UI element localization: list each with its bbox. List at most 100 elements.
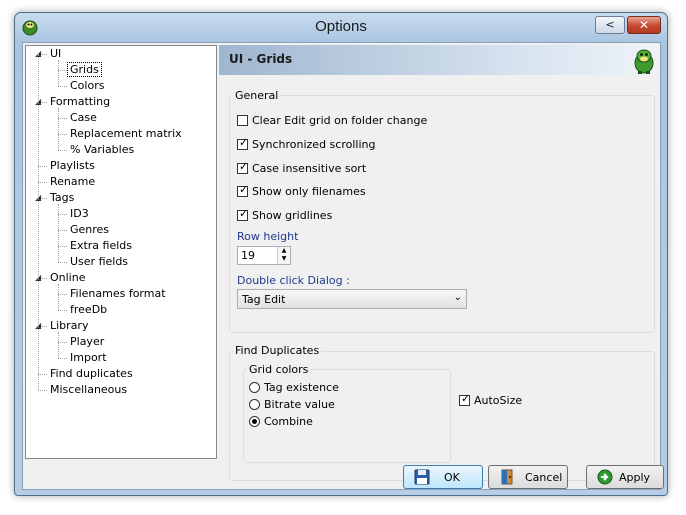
tree-item-extra-fields[interactable]: Extra fields: [68, 238, 134, 254]
tree-connector: [58, 284, 59, 310]
case-insensitive-sort-checkbox[interactable]: ✓ Case insensitive sort: [237, 159, 366, 177]
check-icon: ✓: [239, 182, 249, 196]
check-icon: ✓: [239, 135, 249, 149]
tree-item-miscellaneous[interactable]: Miscellaneous: [48, 382, 129, 398]
bitrate-value-radio[interactable]: Bitrate value: [249, 397, 335, 413]
tree-connector: [58, 358, 67, 359]
tree-connector: [38, 390, 47, 391]
synchronized-scrolling-checkbox[interactable]: ✓ Synchronized scrolling: [237, 135, 375, 153]
tree-item-ui[interactable]: UI: [48, 46, 63, 62]
tree-item-import[interactable]: Import: [68, 350, 109, 366]
tree-connector: [58, 294, 67, 295]
floppy-disk-icon: [414, 469, 430, 485]
spinner-arrows-icon[interactable]: ▲ ▼: [277, 247, 290, 264]
title-bar[interactable]: Options < ✕: [15, 13, 667, 41]
tree-connector: [58, 332, 59, 358]
page-title: UI - Grids: [229, 52, 293, 66]
find-duplicates-legend: Find Duplicates: [233, 344, 322, 357]
tree-connector: [58, 310, 67, 311]
show-only-filenames-checkbox[interactable]: ✓ Show only filenames: [237, 182, 366, 200]
tree-connector: [38, 182, 47, 183]
tree-item-variables[interactable]: % Variables: [68, 142, 136, 158]
dialog-client: UI ◢ Grids Colors Formatting ◢ Case Replacement…: [22, 42, 664, 490]
green-arrow-icon: [597, 469, 613, 485]
radio-dot: [252, 418, 257, 424]
checkbox-box: ✓: [237, 206, 249, 221]
combine-radio[interactable]: Combine: [249, 414, 313, 430]
tree-connector: [58, 118, 67, 119]
tree-item-user-fields[interactable]: User fields: [68, 254, 130, 270]
cancel-button[interactable]: Cancel: [488, 465, 568, 489]
radio-circle: [249, 398, 260, 410]
tree-item-rename[interactable]: Rename: [48, 174, 97, 190]
radio-circle: [249, 415, 260, 427]
tree-item-case[interactable]: Case: [68, 110, 99, 126]
row-height-label: Row height: [237, 230, 299, 243]
settings-panel: General Clear Edit grid on folder change…: [219, 75, 658, 481]
tree-item-replacement-matrix[interactable]: Replacement matrix: [68, 126, 184, 142]
exit-door-icon: [501, 469, 513, 485]
tree-connector: [58, 108, 59, 150]
clear-edit-grid-checkbox[interactable]: Clear Edit grid on folder change: [237, 113, 427, 129]
mascot-icon: [634, 49, 654, 74]
check-icon: ✓: [239, 206, 249, 220]
ok-button[interactable]: OK: [403, 465, 483, 489]
tree-connector: [58, 150, 67, 151]
checkbox-box: ✓: [237, 182, 249, 197]
ok-label: OK: [444, 471, 460, 484]
row-height-spinner[interactable]: 19 ▲ ▼: [237, 246, 291, 265]
double-click-dialog-value: Tag Edit: [242, 293, 286, 306]
tree-connector: [38, 54, 39, 390]
double-click-dialog-select[interactable]: Tag Edit ⌄: [237, 289, 467, 309]
tree-item-filenames-format[interactable]: Filenames format: [68, 286, 168, 302]
double-click-dialog-label: Double click Dialog :: [237, 274, 350, 287]
tree-connector: [58, 134, 67, 135]
checkbox-box: ✓: [237, 159, 249, 174]
tree-item-player[interactable]: Player: [68, 334, 106, 350]
tree-connector: [58, 86, 67, 87]
tree-connector: [58, 342, 67, 343]
minimize-button[interactable]: <: [595, 16, 625, 34]
expand-triangle-icon[interactable]: ◢: [35, 94, 43, 110]
tree-item-library[interactable]: Library: [48, 318, 90, 334]
tree-item-grids[interactable]: Grids: [67, 62, 102, 78]
tree-item-id3[interactable]: ID3: [68, 206, 91, 222]
expand-triangle-icon[interactable]: ◢: [35, 190, 43, 206]
expand-triangle-icon[interactable]: ◢: [35, 270, 43, 286]
tree-connector: [58, 60, 59, 86]
apply-button[interactable]: Apply: [586, 465, 664, 489]
expand-triangle-icon[interactable]: ◢: [35, 318, 43, 334]
grid-colors-legend: Grid colors: [247, 363, 311, 376]
tree-connector: [58, 230, 67, 231]
general-legend: General: [233, 89, 281, 102]
radio-circle: [249, 381, 260, 393]
chevron-down-icon: ⌄: [453, 292, 462, 303]
tag-existence-radio[interactable]: Tag existence: [249, 380, 339, 396]
show-gridlines-checkbox[interactable]: ✓ Show gridlines: [237, 206, 332, 224]
tree-item-find-duplicates[interactable]: Find duplicates: [48, 366, 135, 382]
apply-label: Apply: [619, 471, 651, 484]
close-button[interactable]: ✕: [627, 16, 661, 34]
check-icon: ✓: [461, 391, 471, 405]
checkbox-box: ✓: [237, 135, 249, 150]
tree-connector: [58, 262, 67, 263]
tree-connector: [58, 246, 67, 247]
tree-item-freedb[interactable]: freeDb: [68, 302, 109, 318]
tree-item-genres[interactable]: Genres: [68, 222, 111, 238]
tree-connector: [58, 70, 67, 71]
tree-item-tags[interactable]: Tags: [48, 190, 76, 206]
tree-connector: [58, 214, 67, 215]
tree-connector: [38, 166, 47, 167]
check-icon: ✓: [239, 159, 249, 173]
expand-triangle-icon[interactable]: ◢: [35, 46, 43, 62]
cancel-label: Cancel: [525, 471, 563, 484]
checkbox-box: [237, 114, 248, 126]
autosize-checkbox[interactable]: ✓ AutoSize: [459, 391, 522, 409]
tree-connector: [38, 374, 47, 375]
checkbox-box: ✓: [459, 391, 471, 406]
tree-item-colors[interactable]: Colors: [68, 78, 106, 94]
page-header: UI - Grids: [219, 45, 658, 75]
options-tree[interactable]: UI ◢ Grids Colors Formatting ◢ Case Replacement…: [25, 45, 217, 459]
tree-item-online[interactable]: Online: [48, 270, 87, 286]
tree-item-playlists[interactable]: Playlists: [48, 158, 97, 174]
